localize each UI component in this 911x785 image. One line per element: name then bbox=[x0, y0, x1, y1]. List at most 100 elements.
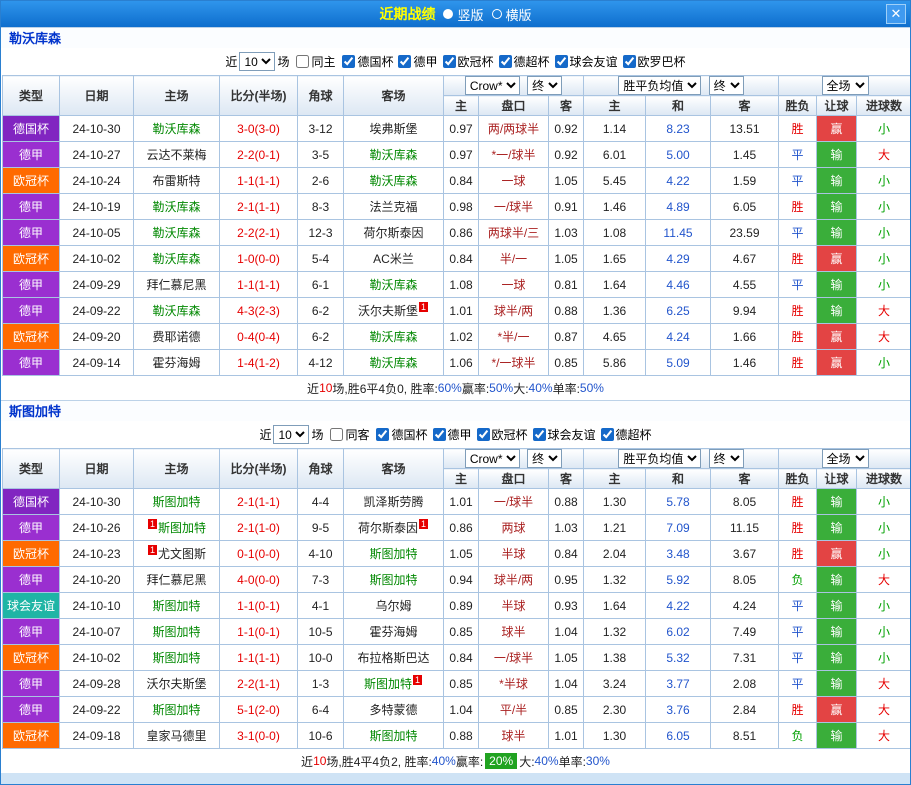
league-checkbox-input[interactable] bbox=[555, 55, 568, 68]
away-team: 法兰克福 bbox=[344, 194, 444, 220]
league-checkbox-input[interactable] bbox=[601, 428, 614, 441]
goals-result: 大 bbox=[857, 324, 911, 350]
match-row: 欧冠杯24-10-24布雷斯特1-1(1-1)2-6勒沃库森0.84一球1.05… bbox=[3, 168, 911, 194]
filter-bar: 近 10 场 同主 德国杯德甲欧冠杯德超杯球会友谊欧罗巴杯 bbox=[1, 48, 910, 75]
team-section-leverkusen: 勒沃库森 近 10 场 同主 德国杯德甲欧冠杯德超杯球会友谊欧罗巴杯 类型 日期… bbox=[1, 27, 910, 400]
league-label: 欧罗巴杯 bbox=[638, 53, 686, 70]
league-filter-checkbox[interactable]: 德国杯 bbox=[337, 53, 393, 70]
odds-company-final-select[interactable]: 终 bbox=[527, 449, 562, 468]
mean-draw-odds: 4.46 bbox=[646, 272, 711, 298]
odds-home: 1.04 bbox=[444, 697, 479, 723]
team-name: 埃弗斯堡 bbox=[369, 122, 417, 136]
sub-odds-home: 主 bbox=[444, 469, 479, 489]
odds-company-final-select[interactable]: 终 bbox=[527, 76, 562, 95]
league-checkbox-input[interactable] bbox=[398, 55, 411, 68]
full-match-select[interactable]: 全场 bbox=[822, 449, 869, 468]
corners: 6-1 bbox=[298, 272, 344, 298]
col-corner: 角球 bbox=[298, 449, 344, 489]
mean-away-odds: 4.24 bbox=[711, 593, 779, 619]
summary-segment: 40% bbox=[529, 381, 553, 395]
corners: 7-3 bbox=[298, 567, 344, 593]
score: 0-1(0-0) bbox=[220, 541, 298, 567]
odds-company-select[interactable]: Crow* bbox=[465, 449, 520, 468]
league-filter-checkbox[interactable]: 欧罗巴杯 bbox=[618, 53, 686, 70]
orientation-radio-vertical[interactable]: 竖版 bbox=[443, 5, 483, 24]
odds-company-select[interactable]: Crow* bbox=[465, 76, 520, 95]
team-name: 霍芬海姆 bbox=[152, 356, 200, 370]
full-match-group: 全场 bbox=[779, 76, 911, 96]
team-name: 斯图加特 bbox=[369, 729, 417, 743]
result: 胜 bbox=[779, 541, 817, 567]
sub-handicap-result: 让球 bbox=[817, 96, 857, 116]
orientation-radio-horizontal[interactable]: 横版 bbox=[492, 5, 532, 24]
league-label: 德国杯 bbox=[357, 53, 393, 70]
same-venue-label: 同主 bbox=[311, 53, 335, 70]
corners: 9-5 bbox=[298, 515, 344, 541]
games-label: 场 bbox=[277, 53, 289, 70]
mean-home-odds: 1.32 bbox=[584, 567, 646, 593]
league-filter-checkbox[interactable]: 球会友谊 bbox=[528, 426, 596, 443]
mean-odds-select[interactable]: 胜平负均值 bbox=[618, 76, 701, 95]
col-away: 客场 bbox=[344, 449, 444, 489]
odds-away: 1.04 bbox=[549, 619, 584, 645]
same-venue-checkbox[interactable]: 同客 bbox=[325, 426, 369, 443]
handicap-result: 输 bbox=[817, 489, 857, 515]
league-checkbox-input[interactable] bbox=[499, 55, 512, 68]
match-date: 24-10-10 bbox=[60, 593, 134, 619]
match-type-badge: 德甲 bbox=[3, 194, 60, 220]
mean-away-odds: 6.05 bbox=[711, 194, 779, 220]
col-away: 客场 bbox=[344, 76, 444, 116]
mean-odds-final-select[interactable]: 终 bbox=[709, 76, 744, 95]
league-filter-checkbox[interactable]: 德甲 bbox=[393, 53, 437, 70]
card-badge: 1 bbox=[419, 519, 428, 529]
league-filter-checkbox[interactable]: 德甲 bbox=[428, 426, 472, 443]
league-filter-checkbox[interactable]: 德国杯 bbox=[371, 426, 427, 443]
league-checkbox-input[interactable] bbox=[433, 428, 446, 441]
same-venue-checkbox[interactable]: 同主 bbox=[291, 53, 335, 70]
games-count-select[interactable]: 10 bbox=[273, 425, 309, 444]
result: 胜 bbox=[779, 298, 817, 324]
result: 平 bbox=[779, 619, 817, 645]
summary-segment: 50% bbox=[580, 381, 604, 395]
match-row: 欧冠杯24-10-231尤文图斯0-1(0-0)4-10斯图加特1.05半球0.… bbox=[3, 541, 911, 567]
mean-away-odds: 9.94 bbox=[711, 298, 779, 324]
match-row: 德甲24-09-28沃尔夫斯堡2-2(1-1)1-3斯图加特10.85*半球1.… bbox=[3, 671, 911, 697]
handicap-result: 输 bbox=[817, 515, 857, 541]
corners: 6-4 bbox=[298, 697, 344, 723]
league-checkbox-input[interactable] bbox=[623, 55, 636, 68]
league-checkbox-input[interactable] bbox=[477, 428, 490, 441]
sub-mean-away: 客 bbox=[711, 96, 779, 116]
same-venue-checkbox-input[interactable] bbox=[296, 55, 309, 68]
goals-result: 小 bbox=[857, 246, 911, 272]
league-filter-checkbox[interactable]: 德超杯 bbox=[494, 53, 550, 70]
sub-odds-away: 客 bbox=[549, 469, 584, 489]
handicap: 两/两球半 bbox=[479, 116, 549, 142]
match-date: 24-09-22 bbox=[60, 298, 134, 324]
mean-odds-group: 胜平负均值 终 bbox=[584, 76, 779, 96]
match-date: 24-10-30 bbox=[60, 116, 134, 142]
mean-odds-select[interactable]: 胜平负均值 bbox=[618, 449, 701, 468]
league-checkbox-input[interactable] bbox=[376, 428, 389, 441]
league-filter-checkbox[interactable]: 欧冠杯 bbox=[438, 53, 494, 70]
same-venue-checkbox-input[interactable] bbox=[330, 428, 343, 441]
team-name: 法兰克福 bbox=[369, 200, 417, 214]
league-checkbox-input[interactable] bbox=[533, 428, 546, 441]
league-filter-checkbox[interactable]: 欧冠杯 bbox=[472, 426, 528, 443]
team-name: AC米兰 bbox=[373, 252, 414, 266]
full-match-select[interactable]: 全场 bbox=[822, 76, 869, 95]
away-team: 乌尔姆 bbox=[344, 593, 444, 619]
mean-draw-odds: 7.09 bbox=[646, 515, 711, 541]
league-filter-checkbox[interactable]: 德超杯 bbox=[596, 426, 652, 443]
mean-odds-final-select[interactable]: 终 bbox=[709, 449, 744, 468]
odds-home: 0.86 bbox=[444, 515, 479, 541]
games-count-select[interactable]: 10 bbox=[239, 52, 275, 71]
mean-away-odds: 13.51 bbox=[711, 116, 779, 142]
goals-result: 小 bbox=[857, 350, 911, 376]
team-name: 勒沃库森 bbox=[369, 356, 417, 370]
close-icon[interactable]: ✕ bbox=[886, 4, 906, 24]
match-row: 德国杯24-10-30斯图加特2-1(1-1)4-4凯泽斯劳腾1.01一/球半0… bbox=[3, 489, 911, 515]
league-filter-checkbox[interactable]: 球会友谊 bbox=[550, 53, 618, 70]
league-checkbox-input[interactable] bbox=[443, 55, 456, 68]
handicap: 一/球半 bbox=[479, 194, 549, 220]
league-checkbox-input[interactable] bbox=[342, 55, 355, 68]
